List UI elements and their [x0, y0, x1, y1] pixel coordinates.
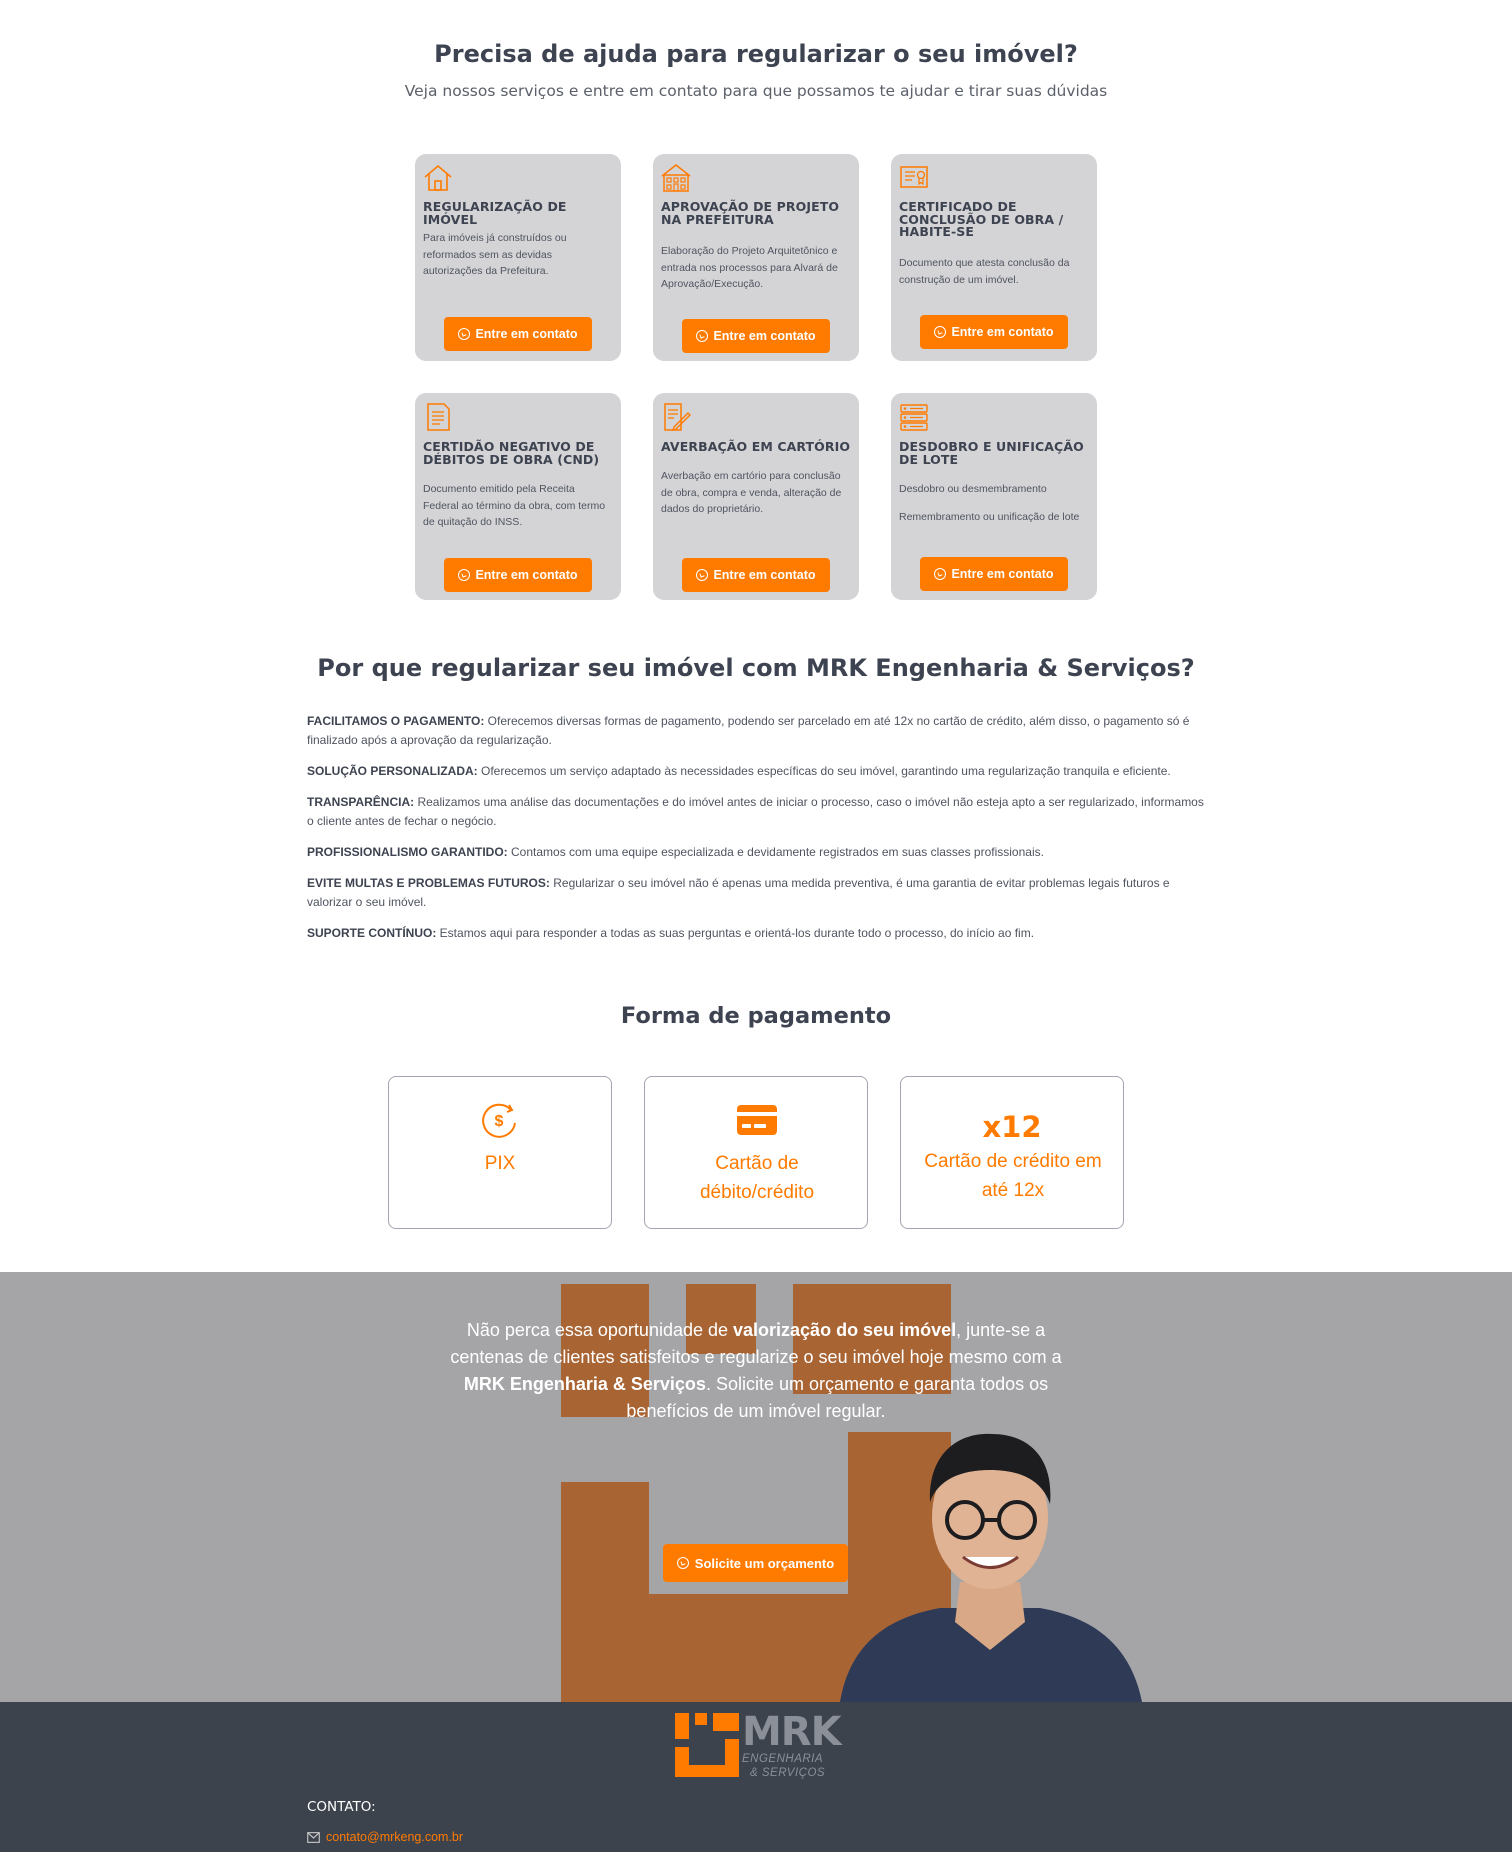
payment-label: PIX [484, 1153, 516, 1174]
service-title: REGULARIZAÇÃO DE IMÓVEL [423, 199, 567, 227]
service-description-2: Remembramento ou unificação de lote [899, 511, 1080, 523]
page-title: Precisa de ajuda para regularizar o seu … [434, 40, 1078, 68]
brand-name: MRK [742, 1709, 842, 1755]
contact-button[interactable]: Entre em contato [444, 317, 592, 351]
credit-card-icon [737, 1105, 777, 1135]
footer: MRK ENGENHARIA & SERVIÇOS CONTATO: conta… [0, 1702, 1512, 1852]
pix-dollar-icon: $ [482, 1103, 516, 1138]
contact-button[interactable]: Entre em contato [682, 558, 830, 592]
installments-badge: x12 [982, 1110, 1042, 1144]
server-list-icon [900, 404, 928, 431]
whatsapp-icon [934, 568, 947, 580]
service-description: Desdobro ou desmembramento [899, 483, 1047, 495]
why-item: TRANSPARÊNCIA: Realizamos uma análise da… [307, 795, 1204, 828]
payment-label: Cartão de crédito em até 12x [924, 1151, 1102, 1201]
contact-button[interactable]: Entre em contato [920, 557, 1068, 591]
why-item: SOLUÇÃO PERSONALIZADA: Oferecemos um ser… [307, 764, 1171, 778]
why-item: FACILITAMOS O PAGAMENTO: Oferecemos dive… [307, 714, 1190, 747]
service-description: Para imóveis já construídos ou reformado… [423, 232, 567, 277]
contact-button[interactable]: Entre em contato [920, 315, 1068, 349]
page-subtitle: Veja nossos serviços e entre em contato … [404, 82, 1108, 100]
service-title: AVERBAÇÃO EM CARTÓRIO [661, 439, 851, 454]
service-card-cnd: CERTIDÃO NEGATIVO DE DÉBITOS DE OBRA (CN… [415, 393, 621, 600]
whatsapp-icon [934, 326, 947, 338]
document-icon [427, 403, 450, 431]
house-icon [424, 164, 452, 191]
payment-title: Forma de pagamento [620, 1003, 892, 1029]
service-description: Averbação em cartório para conclusão de … [661, 470, 842, 515]
why-title: Por que regularizar seu imóvel com MRK E… [317, 654, 1195, 682]
mail-icon [307, 1831, 320, 1843]
request-quote-button[interactable]: Solicite um orçamento [663, 1544, 848, 1582]
mrk-logo-mark [675, 1713, 739, 1777]
person-photo [840, 1433, 1142, 1702]
contact-button[interactable]: Entre em contato [444, 558, 592, 592]
whatsapp-icon [696, 569, 709, 581]
service-description: Documento emitido pela Receita Federal a… [423, 483, 606, 528]
payment-label: Cartão de débito/crédito [699, 1153, 815, 1203]
service-card-desdobro: DESDOBRO E UNIFICAÇÃO DE LOTE Desdobro o… [891, 393, 1097, 600]
why-item: EVITE MULTAS E PROBLEMAS FUTUROS: Regula… [307, 876, 1170, 909]
brand-line: & SERVIÇOS [750, 1767, 826, 1779]
service-description: Elaboração do Projeto Arquitetônico e en… [661, 245, 838, 290]
payment-option-12x: x12 Cartão de crédito em até 12x [900, 1076, 1124, 1229]
email-link[interactable]: contato@mrkeng.com.br [307, 1830, 463, 1844]
payment-option-card: Cartão de débito/crédito [644, 1076, 868, 1229]
whatsapp-icon [676, 1557, 689, 1569]
whatsapp-icon [458, 328, 471, 340]
whatsapp-icon [458, 569, 471, 581]
why-list: FACILITAMOS O PAGAMENTO: Oferecemos dive… [307, 712, 1207, 955]
whatsapp-icon [696, 330, 709, 342]
cta-banner: Não perca essa oportunidade de valorizaç… [0, 1272, 1512, 1702]
service-title: DESDOBRO E UNIFICAÇÃO DE LOTE [899, 439, 1084, 467]
service-title: CERTIDÃO NEGATIVO DE DÉBITOS DE OBRA (CN… [423, 439, 600, 467]
service-description: Documento que atesta conclusão da constr… [899, 257, 1070, 286]
service-card-regularizacao: REGULARIZAÇÃO DE IMÓVEL Para imóveis já … [415, 154, 621, 361]
cta-text: Não perca essa oportunidade de valorizaç… [450, 1320, 1062, 1421]
service-title: CERTIFICADO DE CONCLUSÃO DE OBRA / HABIT… [899, 199, 1064, 239]
contact-label: CONTATO: [307, 1799, 376, 1815]
certificate-icon [900, 166, 928, 188]
service-card-aprovacao: APROVAÇÃO DE PROJETO NA PREFEITURA Elabo… [653, 154, 859, 361]
contact-button[interactable]: Entre em contato [682, 319, 830, 353]
why-item: PROFISSIONALISMO GARANTIDO: Contamos com… [307, 845, 1044, 859]
service-title: APROVAÇÃO DE PROJETO NA PREFEITURA [661, 199, 840, 227]
payment-option-pix: $ PIX [388, 1076, 612, 1229]
mrk-wordmark: MRK ENGENHARIA & SERVIÇOS [742, 1709, 842, 1780]
contract-pen-icon [664, 403, 691, 432]
svg-text:$: $ [495, 1113, 504, 1130]
service-card-averbacao: AVERBAÇÃO EM CARTÓRIO Averbação em cartó… [653, 393, 859, 600]
building-icon [661, 164, 691, 192]
service-card-habitese: CERTIFICADO DE CONCLUSÃO DE OBRA / HABIT… [891, 154, 1097, 361]
why-item: SUPORTE CONTÍNUO: Estamos aqui para resp… [307, 926, 1035, 940]
